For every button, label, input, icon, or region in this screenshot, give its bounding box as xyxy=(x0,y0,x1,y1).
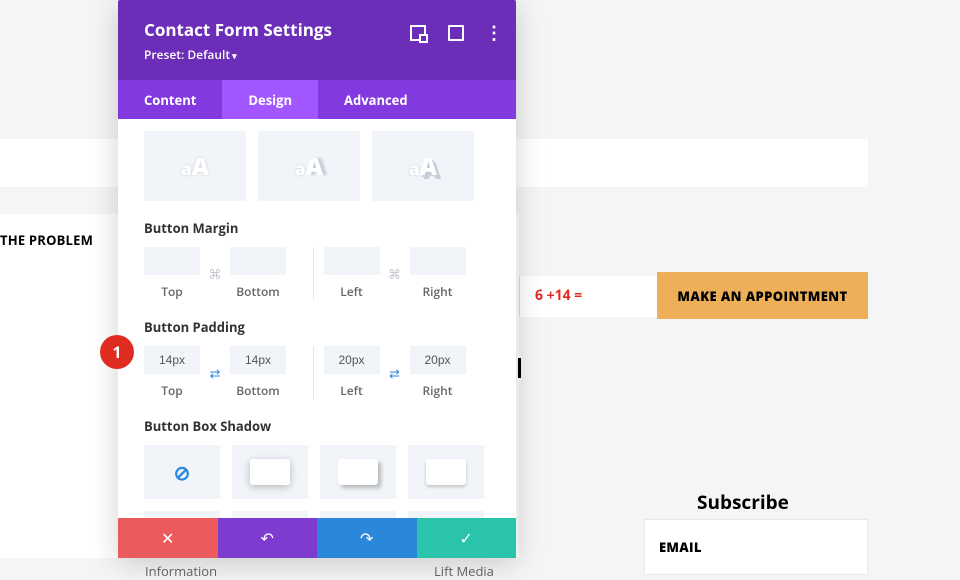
shadow-option-3[interactable] xyxy=(408,445,484,499)
subscribe-heading: Subscribe xyxy=(697,489,789,515)
text-style-option-1[interactable]: aA xyxy=(144,131,246,201)
modal-header: Contact Form Settings Preset: Default xyxy=(118,0,516,80)
box-shadow-label: Button Box Shadow xyxy=(144,417,490,435)
link-icon: ⌘ xyxy=(388,265,401,283)
padding-right-input[interactable] xyxy=(410,346,466,374)
padding-lr-link-toggle[interactable]: ⇄ xyxy=(380,359,410,387)
modal-body: aA aA aA Button Margin Top ⌘ Bottom xyxy=(118,119,516,518)
padding-tb-link-toggle[interactable]: ⇄ xyxy=(200,359,230,387)
tab-advanced[interactable]: Advanced xyxy=(318,80,434,119)
shadow-option-2[interactable] xyxy=(320,445,396,499)
make-appointment-button[interactable]: MAKE AN APPOINTMENT xyxy=(657,272,868,319)
link-icon: ⌘ xyxy=(209,265,222,283)
footer-link-lift-media[interactable]: Lift Media xyxy=(434,562,494,580)
margin-left-input[interactable] xyxy=(324,247,380,275)
modal-tabs: Content Design Advanced xyxy=(118,80,516,119)
padding-top-input[interactable] xyxy=(144,346,200,374)
more-options-icon[interactable] xyxy=(486,25,502,41)
undo-button[interactable]: ↶ xyxy=(218,518,318,558)
padding-controls: Top ⇄ Bottom Left ⇄ Right xyxy=(144,346,490,399)
responsive-icon[interactable] xyxy=(410,25,426,41)
shadow-option-none[interactable]: ⊘ xyxy=(144,445,220,499)
modal-footer: ✕ ↶ ↷ ✓ xyxy=(118,518,516,558)
margin-controls: Top ⌘ Bottom Left ⌘ Right xyxy=(144,247,490,300)
padding-top-label: Top xyxy=(144,382,200,399)
none-icon: ⊘ xyxy=(174,459,191,486)
padding-left-label: Left xyxy=(324,382,380,399)
tab-design[interactable]: Design xyxy=(222,80,318,119)
settings-modal: Contact Form Settings Preset: Default Co… xyxy=(118,0,516,558)
step-badge: 1 xyxy=(100,335,134,369)
shadow-option-7[interactable] xyxy=(408,511,484,518)
margin-left-label: Left xyxy=(324,283,380,300)
shadow-option-4[interactable] xyxy=(144,511,220,518)
phone-preview-icon[interactable] xyxy=(448,25,464,41)
padding-bottom-input[interactable] xyxy=(230,346,286,374)
link-icon: ⇄ xyxy=(210,364,221,382)
padding-left-input[interactable] xyxy=(324,346,380,374)
captcha-question: 6 +14 = xyxy=(535,286,582,305)
margin-bottom-label: Bottom xyxy=(230,283,286,300)
margin-lr-link-toggle[interactable]: ⌘ xyxy=(380,260,410,288)
save-button[interactable]: ✓ xyxy=(417,518,517,558)
close-icon: ✕ xyxy=(161,527,174,549)
tab-content[interactable]: Content xyxy=(118,80,222,119)
button-padding-label: Button Padding xyxy=(144,318,490,336)
shadow-option-6[interactable] xyxy=(320,511,396,518)
padding-right-label: Right xyxy=(410,382,466,399)
undo-icon: ↶ xyxy=(261,527,274,549)
problem-field-label: THE PROBLEM xyxy=(0,231,93,249)
footer-link-information[interactable]: Information xyxy=(145,562,217,580)
text-style-options: aA aA aA xyxy=(144,131,490,201)
text-cursor xyxy=(518,358,521,378)
padding-bottom-label: Bottom xyxy=(230,382,286,399)
margin-top-input[interactable] xyxy=(144,247,200,275)
margin-bottom-input[interactable] xyxy=(230,247,286,275)
margin-tb-link-toggle[interactable]: ⌘ xyxy=(200,260,230,288)
check-icon: ✓ xyxy=(460,527,473,549)
text-style-option-2[interactable]: aA xyxy=(258,131,360,201)
email-field[interactable]: EMAIL xyxy=(644,519,868,575)
margin-top-label: Top xyxy=(144,283,200,300)
text-style-option-3[interactable]: aA xyxy=(372,131,474,201)
margin-right-label: Right xyxy=(410,283,466,300)
margin-right-input[interactable] xyxy=(410,247,466,275)
shadow-options-row: ⊘ xyxy=(144,445,490,499)
cancel-button[interactable]: ✕ xyxy=(118,518,218,558)
redo-icon: ↷ xyxy=(360,527,373,549)
shadow-option-5[interactable] xyxy=(232,511,308,518)
shadow-option-1[interactable] xyxy=(232,445,308,499)
button-margin-label: Button Margin xyxy=(144,219,490,237)
redo-button[interactable]: ↷ xyxy=(317,518,417,558)
shadow-options-row-2 xyxy=(144,511,490,518)
link-icon: ⇄ xyxy=(389,364,400,382)
preset-dropdown[interactable]: Preset: Default xyxy=(144,46,496,63)
